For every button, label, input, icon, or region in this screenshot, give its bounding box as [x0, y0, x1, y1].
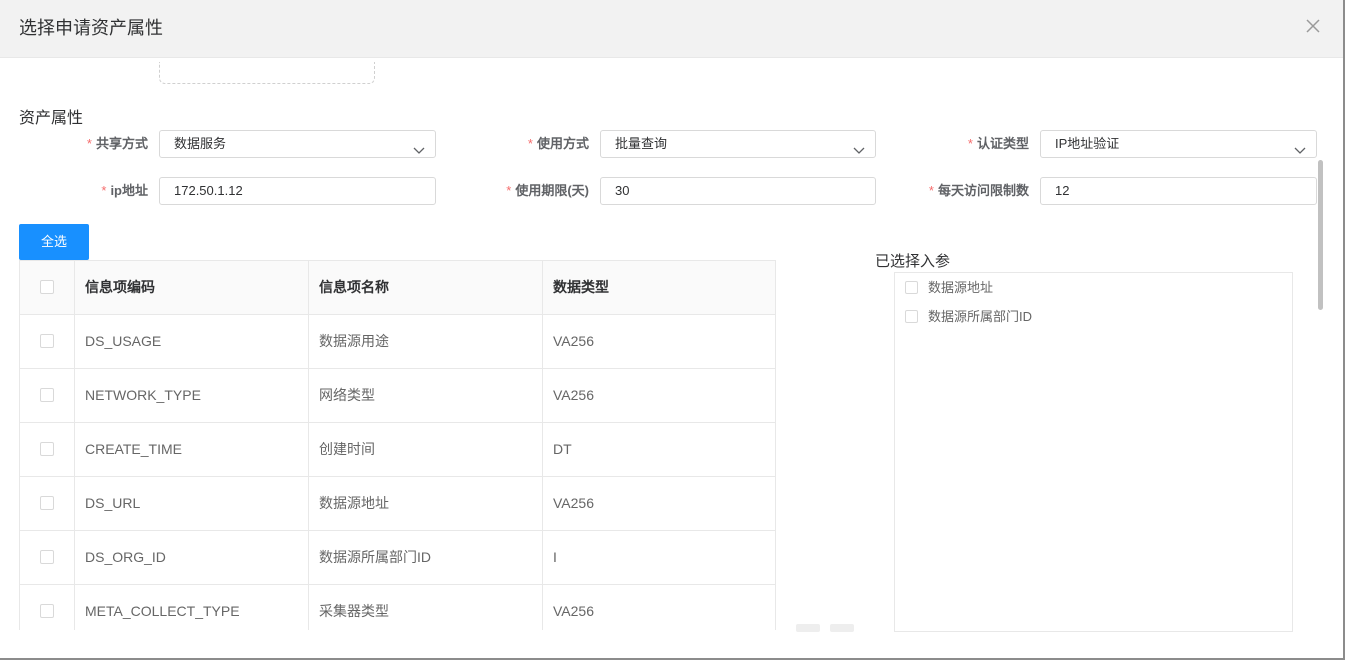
transfer-button-left[interactable]	[796, 624, 820, 632]
row-code: CREATE_TIME	[75, 423, 309, 477]
table-row[interactable]: DS_ORG_ID 数据源所属部门ID I	[20, 531, 776, 585]
row-checkbox[interactable]	[40, 334, 54, 348]
row-name: 数据源地址	[309, 477, 543, 531]
selected-param-label: 数据源所属部门ID	[928, 309, 1033, 324]
table-row[interactable]: CREATE_TIME 创建时间 DT	[20, 423, 776, 477]
row-name: 数据源用途	[309, 315, 543, 369]
row-name: 采集器类型	[309, 585, 543, 630]
auth-type-select[interactable]: IP地址验证	[1040, 130, 1317, 158]
header-name: 信息项名称	[309, 261, 543, 315]
auth-type-label: * 认证类型	[967, 136, 1029, 151]
header-code: 信息项编码	[75, 261, 309, 315]
daily-limit-label: * 每天访问限制数	[928, 183, 1029, 198]
row-type: VA256	[543, 315, 776, 369]
dialog-header: 选择申请资产属性	[0, 0, 1343, 58]
info-items-table: 信息项编码 信息项名称 数据类型 DS_USAGE 数据源用途 VA256 NE…	[19, 260, 776, 630]
row-name: 数据源所属部门ID	[309, 531, 543, 585]
table-row[interactable]: NETWORK_TYPE 网络类型 VA256	[20, 369, 776, 423]
header-checkbox-cell	[20, 261, 75, 315]
row-checkbox-cell	[20, 315, 75, 369]
required-mark: *	[506, 183, 512, 198]
usage-mode-value: 批量查询	[615, 136, 668, 151]
header-type: 数据类型	[543, 261, 776, 315]
share-mode-label: * 共享方式	[86, 136, 148, 151]
select-all-button[interactable]: 全选	[19, 224, 89, 260]
dialog-title: 选择申请资产属性	[19, 18, 163, 38]
row-type: VA256	[543, 369, 776, 423]
usage-mode-label: * 使用方式	[527, 136, 589, 151]
row-checkbox[interactable]	[40, 442, 54, 456]
chevron-down-icon	[1294, 139, 1306, 154]
required-mark: *	[101, 183, 107, 198]
row-checkbox-cell	[20, 369, 75, 423]
required-mark: *	[86, 136, 92, 151]
table-row[interactable]: META_COLLECT_TYPE 采集器类型 VA256	[20, 585, 776, 630]
row-type: VA256	[543, 585, 776, 630]
row-checkbox[interactable]	[40, 388, 54, 402]
row-code: NETWORK_TYPE	[75, 369, 309, 423]
ip-input[interactable]: 172.50.1.12	[159, 177, 436, 205]
row-checkbox[interactable]	[40, 496, 54, 510]
selected-param-checkbox[interactable]	[905, 310, 918, 323]
transfer-button-right[interactable]	[830, 624, 854, 632]
upload-area[interactable]	[159, 62, 375, 84]
row-name: 网络类型	[309, 369, 543, 423]
close-icon[interactable]	[1303, 16, 1323, 36]
section-title: 资产属性	[19, 110, 84, 127]
table-header-row: 信息项编码 信息项名称 数据类型	[20, 261, 776, 315]
row-checkbox-cell	[20, 585, 75, 630]
row-checkbox[interactable]	[40, 550, 54, 564]
share-mode-select[interactable]: 数据服务	[159, 130, 436, 158]
row-code: DS_ORG_ID	[75, 531, 309, 585]
selected-params-title: 已选择入参	[875, 253, 951, 270]
period-label: * 使用期限(天)	[506, 183, 589, 198]
selected-param-item[interactable]: 数据源所属部门ID	[905, 307, 1032, 327]
period-input[interactable]: 30	[600, 177, 876, 205]
row-type: DT	[543, 423, 776, 477]
required-mark: *	[928, 183, 934, 198]
usage-mode-select[interactable]: 批量查询	[600, 130, 876, 158]
share-mode-value: 数据服务	[174, 136, 227, 151]
selected-param-item[interactable]: 数据源地址	[905, 278, 993, 298]
selected-params-list: 数据源地址 数据源所属部门ID	[894, 272, 1293, 632]
row-checkbox[interactable]	[40, 604, 54, 618]
ip-label: * ip地址	[101, 183, 148, 198]
row-checkbox-cell	[20, 531, 75, 585]
required-mark: *	[527, 136, 533, 151]
vertical-scrollbar[interactable]	[1318, 160, 1323, 310]
row-type: I	[543, 531, 776, 585]
table-row[interactable]: DS_USAGE 数据源用途 VA256	[20, 315, 776, 369]
row-checkbox-cell	[20, 477, 75, 531]
required-mark: *	[967, 136, 973, 151]
daily-limit-input[interactable]: 12	[1040, 177, 1317, 205]
select-all-checkbox[interactable]	[40, 280, 54, 294]
table-row[interactable]: DS_URL 数据源地址 VA256	[20, 477, 776, 531]
row-name: 创建时间	[309, 423, 543, 477]
chevron-down-icon	[853, 139, 865, 154]
selected-param-checkbox[interactable]	[905, 281, 918, 294]
chevron-down-icon	[413, 139, 425, 154]
selected-param-label: 数据源地址	[928, 280, 994, 295]
row-code: DS_URL	[75, 477, 309, 531]
row-type: VA256	[543, 477, 776, 531]
row-code: META_COLLECT_TYPE	[75, 585, 309, 630]
auth-type-value: IP地址验证	[1055, 136, 1120, 151]
row-code: DS_USAGE	[75, 315, 309, 369]
row-checkbox-cell	[20, 423, 75, 477]
dialog: 选择申请资产属性 资产属性 * 共享方式 数据服务 * 使用方式 批量查询 * 认证类…	[0, 0, 1345, 660]
